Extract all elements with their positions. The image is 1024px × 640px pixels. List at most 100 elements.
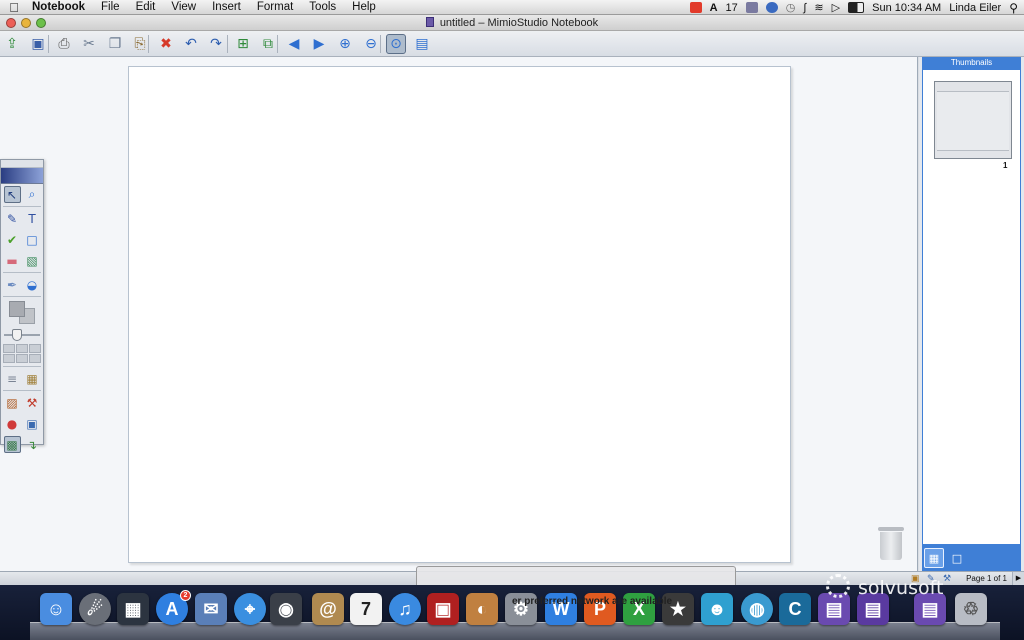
scroll-right-icon[interactable]: ▶ (1012, 572, 1024, 585)
adobe-icon[interactable]: A (710, 2, 718, 14)
save-icon[interactable]: ▣ (28, 34, 48, 54)
cut-icon[interactable]: ✂ (79, 34, 99, 54)
print-icon[interactable]: ⎙ (54, 34, 74, 54)
page-thumbnail[interactable] (934, 81, 1012, 159)
select-tool-icon[interactable]: ↖ (3, 186, 21, 203)
sync-icon[interactable] (765, 2, 778, 13)
duplicate-page-icon[interactable]: ⧉ (258, 34, 278, 54)
notebook-page-canvas[interactable] (128, 66, 791, 563)
zoom-tool-icon[interactable]: ⌕ (24, 186, 41, 203)
palette-row: ▩ ↴ (1, 434, 43, 455)
fill-tool-icon[interactable]: ◒ (24, 276, 41, 293)
line-width-grid[interactable] (1, 342, 43, 365)
document-icon (425, 17, 434, 27)
color-swatches[interactable] (1, 298, 43, 328)
thumbnails-tab-icon[interactable]: ▦ (924, 548, 944, 568)
pen-tool-icon[interactable]: ✎ (4, 210, 21, 227)
iphoto-icon[interactable]: ◐ (466, 593, 498, 625)
app-store-icon[interactable]: A2 (156, 590, 191, 625)
menu-tools[interactable]: Tools (301, 0, 344, 15)
tool-palette: ↖ ⌕ ✎ T ✔ □ ▬ ▧ ✒ ◒ ≡ ▦ ▨ ⚒ ● ▣ ▩ ↴ (0, 159, 44, 453)
gallery-tab-icon[interactable]: □ (947, 548, 967, 568)
slider-thumb[interactable] (11, 329, 22, 341)
palette-row: ▨ ⚒ (1, 392, 43, 413)
battery-icon[interactable] (848, 2, 865, 13)
import-icon[interactable]: ↴ (24, 436, 41, 453)
paste-icon[interactable]: ⎘ (130, 34, 150, 54)
next-page-icon[interactable]: ▶ (309, 34, 329, 54)
reveal-icon[interactable]: ▤ (412, 34, 432, 54)
menu-bar:  Notebook File Edit View Insert Format … (0, 0, 1024, 15)
launchpad-icon[interactable]: ☄ (79, 593, 111, 625)
recorder-icon[interactable]: ● (4, 415, 21, 432)
window-title: untitled – MimioStudio Notebook (0, 15, 1024, 31)
safari-icon[interactable]: ⌖ (234, 593, 266, 625)
badge-count: 17 (725, 1, 738, 14)
previous-page-icon[interactable]: ◀ (284, 34, 304, 54)
image-tool-icon[interactable]: ▧ (24, 252, 41, 269)
address-book-icon[interactable]: @ (312, 593, 344, 625)
palette-row: ↖ ⌕ (1, 184, 43, 205)
eyedropper-tool-icon[interactable]: ✒ (4, 276, 21, 293)
pen-preview (1, 168, 43, 184)
page-thumbnail-number: 1 (1003, 161, 1008, 170)
bluetooth-icon[interactable]: ∫ (803, 2, 806, 14)
palette-grip[interactable] (1, 160, 43, 168)
volume-icon[interactable]: ▷ (832, 1, 840, 14)
menu-app-name[interactable]: Notebook (28, 0, 93, 15)
side-panel-tabs: ▦ □ (922, 545, 1021, 571)
undo-icon[interactable]: ↶ (181, 34, 201, 54)
spotlight-icon[interactable]: ⚲ (1009, 1, 1018, 15)
itunes-icon[interactable]: ♫ (389, 593, 421, 625)
mission-control-icon[interactable]: ▦ (117, 593, 149, 625)
facetime-icon[interactable]: ◉ (270, 593, 302, 625)
c-app-icon[interactable]: C (779, 593, 811, 625)
text-tool-icon[interactable]: T (24, 210, 41, 227)
new-page-icon[interactable]: ⊞ (233, 34, 253, 54)
mail-stamp-icon[interactable]: ✉ (195, 593, 227, 625)
finder-icon[interactable]: ☺ (40, 593, 72, 625)
line-color-swatch[interactable] (9, 301, 25, 317)
trash-can-icon[interactable] (878, 527, 904, 561)
menu-file[interactable]: File (93, 0, 128, 15)
messenger-icon[interactable]: ☻ (701, 593, 733, 625)
notification-badge: 2 (180, 590, 191, 601)
screen-capture-icon[interactable]: ▣ (24, 415, 41, 432)
transparency-slider[interactable] (1, 328, 43, 342)
window-title-bar: untitled – MimioStudio Notebook (0, 15, 1024, 31)
palette-row: ✒ ◒ (1, 274, 43, 295)
window-title-text: untitled – MimioStudio Notebook (439, 17, 599, 29)
toolbar: ⇪ ▣ ⎙ ✂ ❐ ⎘ ✖ ↶ ↷ ⊞ ⧉ ◀ ▶ ⊕ ⊖ ⊙ ▤ (0, 31, 1024, 57)
redo-icon[interactable]: ↷ (206, 34, 226, 54)
copy-icon[interactable]: ❐ (105, 34, 125, 54)
calendar-icon[interactable]: 7 (350, 593, 382, 625)
time-machine-icon[interactable]: ◷ (786, 1, 796, 14)
tools-icon[interactable]: ⚒ (24, 394, 41, 411)
eraser-tool-icon[interactable]: ▬ (4, 252, 21, 269)
apple-menu-icon[interactable]:  (0, 0, 28, 15)
open-icon[interactable]: ⇪ (2, 34, 22, 54)
menu-format[interactable]: Format (249, 0, 301, 15)
photo-booth-icon[interactable]: ▣ (427, 593, 459, 625)
flag-icon[interactable] (689, 2, 702, 13)
user-name[interactable]: Linda Eiler (949, 2, 1001, 14)
thumbnails-list: 1 (922, 69, 1021, 545)
layers-icon[interactable]: ▦ (24, 370, 41, 387)
network-icon[interactable]: ◍ (741, 593, 773, 625)
zoom-fit-icon[interactable]: ⊙ (386, 34, 406, 54)
menu-edit[interactable]: Edit (128, 0, 164, 15)
script-icon[interactable] (745, 2, 758, 13)
menu-insert[interactable]: Insert (204, 0, 249, 15)
menu-help[interactable]: Help (344, 0, 384, 15)
shape-tool-icon[interactable]: □ (24, 231, 41, 248)
menu-view[interactable]: View (163, 0, 204, 15)
highlighter-tool-icon[interactable]: ✔ (4, 231, 21, 248)
clock[interactable]: Sun 10:34 AM (872, 2, 941, 14)
presentation-icon[interactable]: ▨ (4, 394, 21, 411)
wifi-icon[interactable]: ≋ (814, 1, 823, 14)
line-style-icon[interactable]: ≡ (4, 370, 21, 387)
zoom-out-icon[interactable]: ⊖ (361, 34, 381, 54)
delete-icon[interactable]: ✖ (156, 34, 176, 54)
gallery-icon[interactable]: ▩ (3, 436, 21, 453)
zoom-in-icon[interactable]: ⊕ (335, 34, 355, 54)
